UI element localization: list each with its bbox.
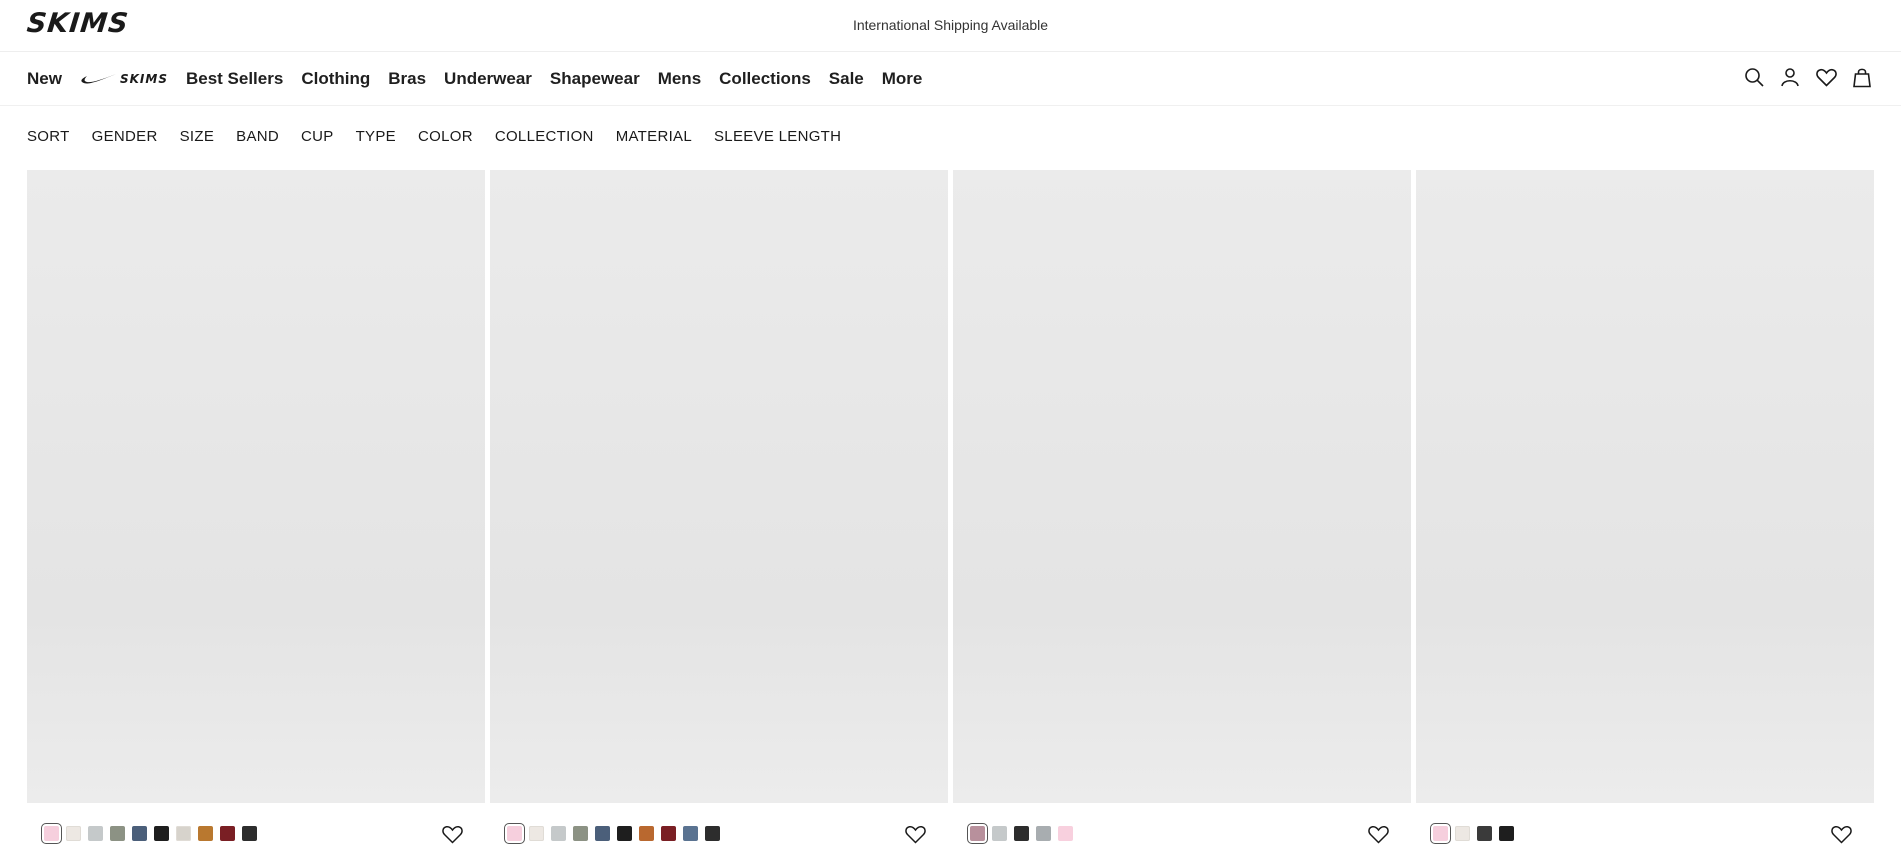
color-swatch[interactable] [529, 826, 544, 841]
nav-item-sale[interactable]: Sale [829, 69, 864, 89]
nav-item-underwear[interactable]: Underwear [444, 69, 532, 89]
product-image[interactable] [953, 170, 1411, 803]
product-meta [490, 803, 948, 863]
color-swatch[interactable] [1058, 826, 1073, 841]
nav-item-mens[interactable]: Mens [658, 69, 701, 89]
color-swatch[interactable] [154, 826, 169, 841]
nav-item-collections[interactable]: Collections [719, 69, 811, 89]
wishlist-heart-icon[interactable] [442, 825, 463, 849]
nav-item-more[interactable]: More [882, 69, 923, 89]
color-swatch[interactable] [1014, 826, 1029, 841]
filter-gender[interactable]: GENDER [92, 128, 158, 145]
color-swatch[interactable] [1430, 823, 1451, 844]
announcement-bar: SKIMS International Shipping Available [0, 0, 1901, 52]
filter-band[interactable]: BAND [236, 128, 279, 145]
wishlist-heart-icon[interactable] [1368, 825, 1389, 849]
nav-item-shapewear[interactable]: Shapewear [550, 69, 640, 89]
filter-cup[interactable]: CUP [301, 128, 334, 145]
color-swatch[interactable] [595, 826, 610, 841]
color-swatches [967, 823, 1073, 844]
swoosh-icon [81, 74, 116, 84]
color-swatch[interactable] [992, 826, 1007, 841]
color-swatches [1430, 823, 1514, 844]
nav-icons [1743, 66, 1873, 88]
product-meta [27, 803, 485, 863]
color-swatch[interactable] [573, 826, 588, 841]
color-swatch[interactable] [198, 826, 213, 841]
filter-color[interactable]: COLOR [418, 128, 473, 145]
color-swatch[interactable] [661, 826, 676, 841]
account-icon[interactable] [1779, 66, 1801, 88]
color-swatch[interactable] [88, 826, 103, 841]
color-swatch[interactable] [967, 823, 988, 844]
nav-item-clothing[interactable]: Clothing [301, 69, 370, 89]
filter-size[interactable]: SIZE [180, 128, 215, 145]
filter-sort[interactable]: SORT [27, 128, 70, 145]
product-card[interactable] [1416, 170, 1874, 863]
nav-item-new[interactable]: New [27, 69, 62, 89]
color-swatch[interactable] [1477, 826, 1492, 841]
nav-item-collab[interactable]: SKIMS [80, 72, 168, 86]
color-swatch[interactable] [551, 826, 566, 841]
color-swatch[interactable] [1455, 826, 1470, 841]
wishlist-heart-icon[interactable] [905, 825, 926, 849]
color-swatch[interactable] [504, 823, 525, 844]
collab-logo-text: SKIMS [119, 72, 168, 86]
nav-list: New SKIMS Best Sellers Clothing Bras Und… [27, 69, 940, 89]
color-swatch[interactable] [66, 826, 81, 841]
color-swatch[interactable] [220, 826, 235, 841]
color-swatches [504, 823, 720, 844]
filter-material[interactable]: MATERIAL [616, 128, 692, 145]
color-swatch[interactable] [1499, 826, 1514, 841]
filter-type[interactable]: TYPE [356, 128, 396, 145]
nav-item-best-sellers[interactable]: Best Sellers [186, 69, 283, 89]
color-swatches [41, 823, 257, 844]
shipping-announcement: International Shipping Available [852, 17, 1049, 33]
product-meta [953, 803, 1411, 863]
product-image[interactable] [27, 170, 485, 803]
color-swatch[interactable] [617, 826, 632, 841]
filter-bar: SORT GENDER SIZE BAND CUP TYPE COLOR COL… [27, 128, 863, 145]
bag-icon[interactable] [1851, 66, 1873, 88]
product-meta [1416, 803, 1874, 863]
color-swatch[interactable] [110, 826, 125, 841]
color-swatch[interactable] [176, 826, 191, 841]
wishlist-icon[interactable] [1815, 66, 1837, 88]
product-card[interactable] [27, 170, 485, 863]
product-image[interactable] [1416, 170, 1874, 803]
color-swatch[interactable] [132, 826, 147, 841]
color-swatch[interactable] [1036, 826, 1051, 841]
color-swatch[interactable] [242, 826, 257, 841]
color-swatch[interactable] [705, 826, 720, 841]
search-icon[interactable] [1743, 66, 1765, 88]
wishlist-heart-icon[interactable] [1831, 825, 1852, 849]
product-card[interactable] [953, 170, 1411, 863]
color-swatch[interactable] [639, 826, 654, 841]
product-image[interactable] [490, 170, 948, 803]
nav-item-bras[interactable]: Bras [388, 69, 426, 89]
filter-collection[interactable]: COLLECTION [495, 128, 594, 145]
product-grid [27, 170, 1874, 863]
color-swatch[interactable] [683, 826, 698, 841]
filter-sleeve-length[interactable]: SLEEVE LENGTH [714, 128, 841, 145]
color-swatch[interactable] [41, 823, 62, 844]
main-nav: New SKIMS Best Sellers Clothing Bras Und… [0, 52, 1901, 106]
product-card[interactable] [490, 170, 948, 863]
